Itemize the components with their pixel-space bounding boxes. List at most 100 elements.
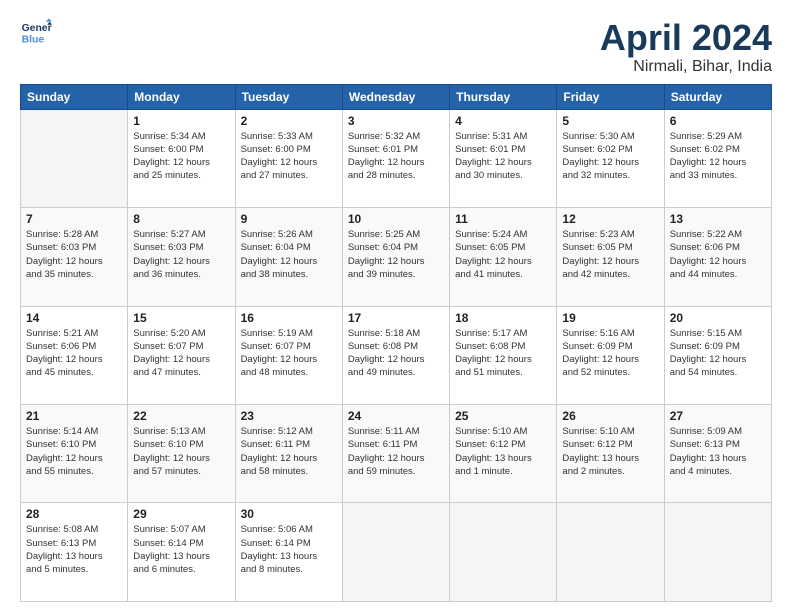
main-title: April 2024 <box>600 18 772 58</box>
day-number: 12 <box>562 212 658 226</box>
day-info: Sunrise: 5:06 AMSunset: 6:14 PMDaylight:… <box>241 523 337 576</box>
table-row: 9Sunrise: 5:26 AMSunset: 6:04 PMDaylight… <box>235 208 342 306</box>
table-row: 27 Sunrise: 5:09 AMSunset: 6:13 PMDayligh… <box>664 405 771 503</box>
day-number: 18 <box>455 311 551 325</box>
day-info: Sunrise: 5:34 AMSunset: 6:00 PMDaylight:… <box>133 130 229 183</box>
svg-text:General: General <box>22 23 52 34</box>
subtitle: Nirmali, Bihar, India <box>600 58 772 76</box>
day-info: Sunrise: 5:28 AMSunset: 6:03 PMDaylight:… <box>26 228 122 281</box>
day-number: 10 <box>348 212 444 226</box>
day-info: Sunrise: 5:20 AMSunset: 6:07 PMDaylight:… <box>133 327 229 380</box>
day-info: Sunrise: 5:25 AMSunset: 6:04 PMDaylight:… <box>348 228 444 281</box>
table-row: 4Sunrise: 5:31 AMSunset: 6:01 PMDaylight… <box>450 109 557 207</box>
day-number: 28 <box>26 507 122 521</box>
day-info: Sunrise: 5:07 AMSunset: 6:14 PMDaylight:… <box>133 523 229 576</box>
col-wednesday: Wednesday <box>342 84 449 109</box>
day-info: Sunrise: 5:09 AMSunset: 6:13 PMDaylight:… <box>670 425 766 478</box>
table-row: 5 Sunrise: 5:30 AMSunset: 6:02 PMDaylight… <box>557 109 664 207</box>
table-row <box>342 503 449 602</box>
day-info: Sunrise: 5:31 AMSunset: 6:01 PMDaylight:… <box>455 130 551 183</box>
day-info: Sunrise: 5:21 AMSunset: 6:06 PMDaylight:… <box>26 327 122 380</box>
table-row: 15Sunrise: 5:20 AMSunset: 6:07 PMDayligh… <box>128 306 235 404</box>
day-info: Sunrise: 5:13 AMSunset: 6:10 PMDaylight:… <box>133 425 229 478</box>
table-row: 28 Sunrise: 5:08 AMSunset: 6:13 PMDayligh… <box>21 503 128 602</box>
table-row: 6 Sunrise: 5:29 AMSunset: 6:02 PMDaylight… <box>664 109 771 207</box>
day-number: 27 <box>670 409 766 423</box>
day-info: Sunrise: 5:19 AMSunset: 6:07 PMDaylight:… <box>241 327 337 380</box>
col-monday: Monday <box>128 84 235 109</box>
day-info: Sunrise: 5:10 AMSunset: 6:12 PMDaylight:… <box>562 425 658 478</box>
page: General Blue April 2024 Nirmali, Bihar, … <box>0 0 792 612</box>
day-number: 21 <box>26 409 122 423</box>
header-row: Sunday Monday Tuesday Wednesday Thursday… <box>21 84 772 109</box>
day-number: 25 <box>455 409 551 423</box>
table-row <box>450 503 557 602</box>
table-row: 17 Sunrise: 5:18 AMSunset: 6:08 PMDayligh… <box>342 306 449 404</box>
table-row: 10 Sunrise: 5:25 AMSunset: 6:04 PMDayligh… <box>342 208 449 306</box>
day-info: Sunrise: 5:30 AMSunset: 6:02 PMDaylight:… <box>562 130 658 183</box>
logo: General Blue <box>20 18 52 46</box>
day-number: 19 <box>562 311 658 325</box>
day-number: 24 <box>348 409 444 423</box>
svg-text:Blue: Blue <box>22 34 45 45</box>
table-row: 7 Sunrise: 5:28 AMSunset: 6:03 PMDaylight… <box>21 208 128 306</box>
calendar-week-1: 1 Sunrise: 5:34 AMSunset: 6:00 PMDaylight… <box>21 109 772 207</box>
table-row: 23Sunrise: 5:12 AMSunset: 6:11 PMDayligh… <box>235 405 342 503</box>
table-row: 13Sunrise: 5:22 AMSunset: 6:06 PMDayligh… <box>664 208 771 306</box>
day-number: 9 <box>241 212 337 226</box>
col-saturday: Saturday <box>664 84 771 109</box>
table-row: 25 Sunrise: 5:10 AMSunset: 6:12 PMDayligh… <box>450 405 557 503</box>
day-info: Sunrise: 5:12 AMSunset: 6:11 PMDaylight:… <box>241 425 337 478</box>
day-number: 2 <box>241 114 337 128</box>
day-number: 5 <box>562 114 658 128</box>
calendar-table: Sunday Monday Tuesday Wednesday Thursday… <box>20 84 772 602</box>
table-row <box>664 503 771 602</box>
table-row: 16 Sunrise: 5:19 AMSunset: 6:07 PMDayligh… <box>235 306 342 404</box>
day-number: 3 <box>348 114 444 128</box>
day-number: 30 <box>241 507 337 521</box>
day-info: Sunrise: 5:10 AMSunset: 6:12 PMDaylight:… <box>455 425 551 478</box>
table-row: 1 Sunrise: 5:34 AMSunset: 6:00 PMDaylight… <box>128 109 235 207</box>
day-number: 1 <box>133 114 229 128</box>
day-info: Sunrise: 5:18 AMSunset: 6:08 PMDaylight:… <box>348 327 444 380</box>
logo-icon: General Blue <box>20 18 52 46</box>
day-number: 20 <box>670 311 766 325</box>
col-tuesday: Tuesday <box>235 84 342 109</box>
day-info: Sunrise: 5:32 AMSunset: 6:01 PMDaylight:… <box>348 130 444 183</box>
table-row: 8 Sunrise: 5:27 AMSunset: 6:03 PMDaylight… <box>128 208 235 306</box>
day-info: Sunrise: 5:14 AMSunset: 6:10 PMDaylight:… <box>26 425 122 478</box>
day-info: Sunrise: 5:16 AMSunset: 6:09 PMDaylight:… <box>562 327 658 380</box>
table-row: 14 Sunrise: 5:21 AMSunset: 6:06 PMDayligh… <box>21 306 128 404</box>
day-info: Sunrise: 5:27 AMSunset: 6:03 PMDaylight:… <box>133 228 229 281</box>
day-number: 16 <box>241 311 337 325</box>
day-number: 7 <box>26 212 122 226</box>
day-number: 14 <box>26 311 122 325</box>
title-block: April 2024 Nirmali, Bihar, India <box>600 18 772 76</box>
table-row: 24 Sunrise: 5:11 AMSunset: 6:11 PMDayligh… <box>342 405 449 503</box>
table-row <box>557 503 664 602</box>
day-info: Sunrise: 5:15 AMSunset: 6:09 PMDaylight:… <box>670 327 766 380</box>
table-row: 30 Sunrise: 5:06 AMSunset: 6:14 PMDayligh… <box>235 503 342 602</box>
day-number: 29 <box>133 507 229 521</box>
table-row: 3 Sunrise: 5:32 AMSunset: 6:01 PMDaylight… <box>342 109 449 207</box>
day-number: 13 <box>670 212 766 226</box>
table-row: 20 Sunrise: 5:15 AMSunset: 6:09 PMDayligh… <box>664 306 771 404</box>
day-number: 22 <box>133 409 229 423</box>
table-row: 2 Sunrise: 5:33 AMSunset: 6:00 PMDaylight… <box>235 109 342 207</box>
col-friday: Friday <box>557 84 664 109</box>
day-info: Sunrise: 5:11 AMSunset: 6:11 PMDaylight:… <box>348 425 444 478</box>
day-info: Sunrise: 5:23 AMSunset: 6:05 PMDaylight:… <box>562 228 658 281</box>
day-number: 17 <box>348 311 444 325</box>
table-row: 29 Sunrise: 5:07 AMSunset: 6:14 PMDayligh… <box>128 503 235 602</box>
day-info: Sunrise: 5:29 AMSunset: 6:02 PMDaylight:… <box>670 130 766 183</box>
day-number: 8 <box>133 212 229 226</box>
table-row: 21 Sunrise: 5:14 AMSunset: 6:10 PMDayligh… <box>21 405 128 503</box>
day-info: Sunrise: 5:08 AMSunset: 6:13 PMDaylight:… <box>26 523 122 576</box>
table-row <box>21 109 128 207</box>
table-row: 12 Sunrise: 5:23 AMSunset: 6:05 PMDayligh… <box>557 208 664 306</box>
table-row: 11Sunrise: 5:24 AMSunset: 6:05 PMDayligh… <box>450 208 557 306</box>
col-sunday: Sunday <box>21 84 128 109</box>
col-thursday: Thursday <box>450 84 557 109</box>
day-number: 6 <box>670 114 766 128</box>
day-info: Sunrise: 5:33 AMSunset: 6:00 PMDaylight:… <box>241 130 337 183</box>
